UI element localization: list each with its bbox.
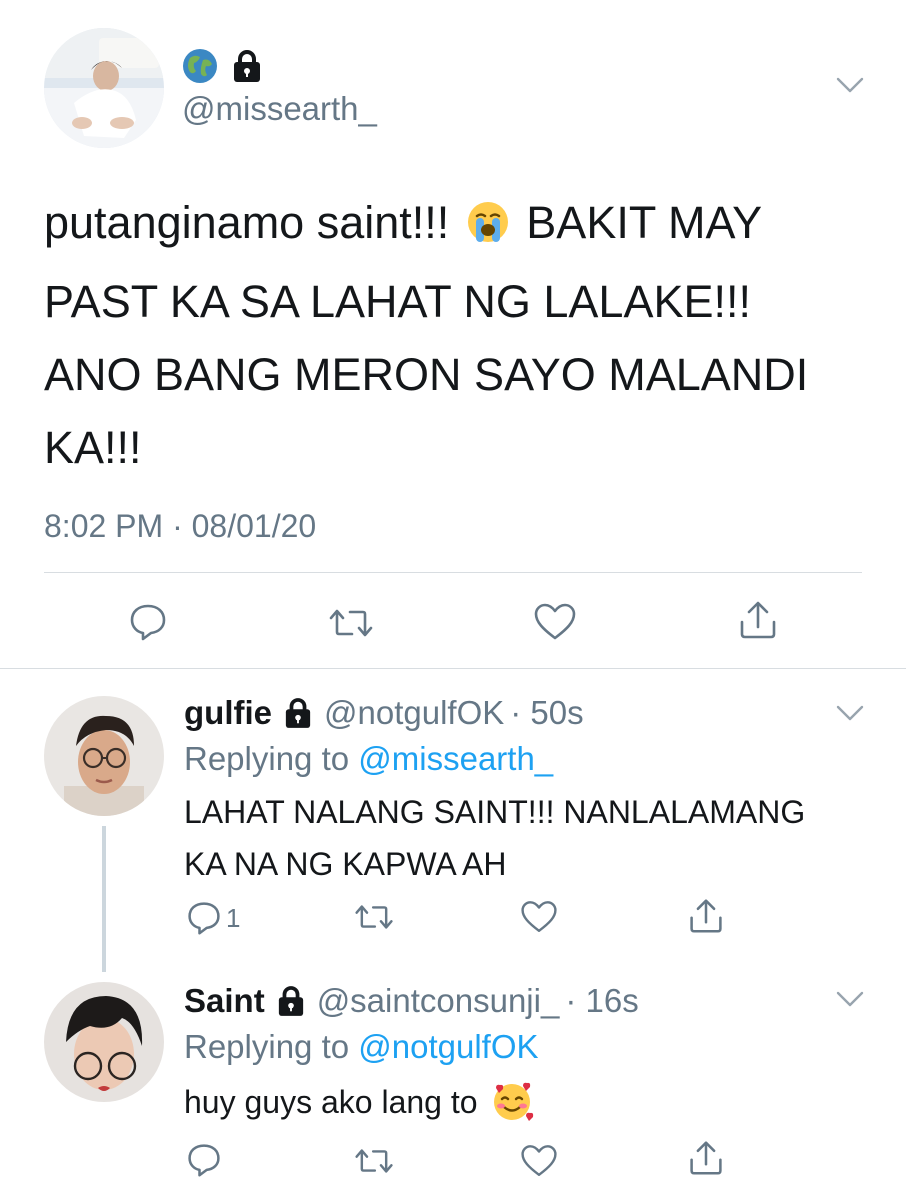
main-tweet-line-1: putanginamo saint!!! BAKIT MAY	[44, 186, 864, 265]
reply-2-mention-link[interactable]: @notgulfOK	[358, 1028, 538, 1065]
reply-1-name[interactable]: gulfie	[184, 694, 272, 732]
smiling-face-with-hearts-icon	[490, 1080, 534, 1124]
lock-icon	[232, 49, 262, 83]
reply-1-text-line-2: KA NA NG KAPWA AH	[184, 846, 507, 882]
main-tweet-timestamp[interactable]: 8:02 PM · 08/01/20	[44, 508, 316, 545]
reply-1-time[interactable]: · 50s	[510, 694, 583, 732]
like-icon[interactable]	[520, 900, 558, 934]
crying-face-icon	[466, 192, 510, 265]
reply-icon	[186, 900, 222, 936]
reply-1-text-line-1: LAHAT NALANG SAINT!!! NANLALAMANG	[184, 794, 806, 830]
main-tweet-line-4: KA!!!	[44, 422, 142, 473]
reply-2-handle[interactable]: @saintconsunji_	[317, 982, 560, 1020]
main-tweet-chevron-down-icon[interactable]	[836, 76, 864, 94]
reply-2-text-body: huy guys ako lang to	[184, 1084, 478, 1120]
reply-1-header: gulfie @notgulfOK · 50s	[184, 694, 584, 732]
main-tweet-line-3: ANO BANG MERON SAYO MALANDI	[44, 349, 809, 400]
retweet-icon[interactable]	[354, 1146, 394, 1176]
like-icon[interactable]	[520, 1144, 558, 1178]
retweet-icon[interactable]	[354, 902, 394, 932]
reply-1-reply-count: 1	[226, 902, 241, 933]
reply-2-text: huy guys ako lang to	[184, 1076, 534, 1128]
main-tweet-line-2: PAST KA SA LAHAT NG LALAKE!!!	[44, 276, 751, 327]
like-icon[interactable]	[533, 603, 577, 641]
reply-2-time[interactable]: · 16s	[565, 982, 638, 1020]
reply-2-replying-to: Replying to @notgulfOK	[184, 1028, 539, 1065]
reply-1-mention-link[interactable]: @missearth_	[358, 740, 553, 777]
share-icon[interactable]	[688, 1140, 724, 1176]
main-tweet-divider	[44, 572, 862, 573]
reply-1-text: LAHAT NALANG SAINT!!! NANLALAMANG KA NA …	[184, 786, 805, 890]
gulfie-avatar[interactable]	[44, 696, 164, 816]
main-tweet-handle[interactable]: @missearth_	[182, 90, 377, 128]
lock-icon	[284, 697, 312, 729]
thread-line	[102, 826, 106, 972]
share-icon[interactable]	[688, 898, 724, 934]
reply-1-handle[interactable]: @notgulfOK	[324, 694, 504, 732]
reply-2-header: Saint @saintconsunji_ · 16s	[184, 982, 639, 1020]
share-icon[interactable]	[738, 600, 778, 640]
main-tweet-text: putanginamo saint!!! BAKIT MAY PAST KA S…	[44, 186, 864, 484]
lock-icon	[277, 985, 305, 1017]
saint-avatar[interactable]	[44, 982, 164, 1102]
reply-icon[interactable]	[128, 602, 168, 642]
reply-1-chevron-down-icon[interactable]	[836, 704, 864, 722]
reply-2-chevron-down-icon[interactable]	[836, 990, 864, 1008]
reply-1-replying-to: Replying to @missearth_	[184, 740, 554, 777]
reply-2-name[interactable]: Saint	[184, 982, 265, 1020]
main-tweet-name-row	[182, 48, 262, 84]
globe-icon	[182, 48, 218, 84]
reply-icon[interactable]	[186, 1142, 222, 1178]
reply-1-reply-button[interactable]: 1	[186, 900, 240, 936]
missearth-avatar[interactable]	[44, 28, 164, 148]
retweet-icon[interactable]	[328, 606, 374, 640]
section-divider	[0, 668, 906, 669]
